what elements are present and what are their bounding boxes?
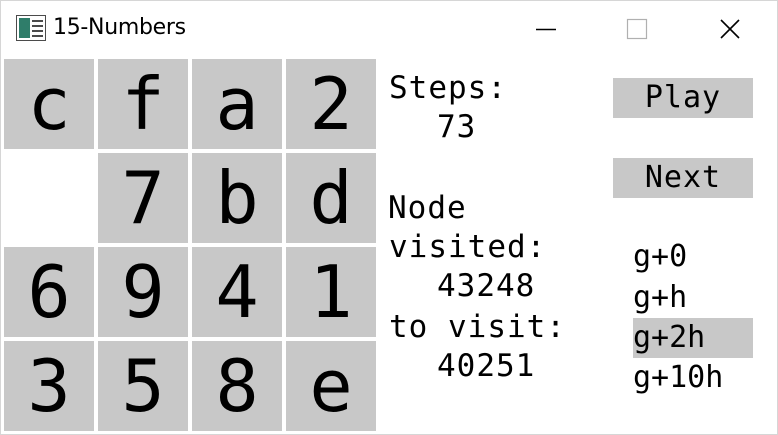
tile-empty[interactable] xyxy=(4,153,94,243)
play-button[interactable]: Play xyxy=(613,78,753,118)
tile-r3-c2[interactable]: 8 xyxy=(192,341,282,431)
visited-label: visited: xyxy=(389,229,547,265)
tile-r0-c0[interactable]: c xyxy=(4,59,94,149)
tile-r2-c3[interactable]: 1 xyxy=(286,247,376,337)
next-button[interactable]: Next xyxy=(613,158,753,198)
app-window: 15-Numbers c f a 2 7 b d 6 9 4 1 3 5 8 e… xyxy=(0,0,778,435)
minimize-icon xyxy=(536,28,556,31)
tile-r1-c2[interactable]: b xyxy=(192,153,282,243)
tile-r2-c2[interactable]: 4 xyxy=(192,247,282,337)
window-title: 15-Numbers xyxy=(53,15,186,40)
heuristic-option-g10h[interactable]: g+10h xyxy=(633,358,753,398)
close-icon xyxy=(720,19,740,39)
tile-r3-c3[interactable]: e xyxy=(286,341,376,431)
title-bar[interactable]: 15-Numbers xyxy=(1,1,777,57)
steps-label: Steps: xyxy=(389,70,507,106)
tile-r0-c3[interactable]: 2 xyxy=(286,59,376,149)
tile-r2-c1[interactable]: 9 xyxy=(98,247,188,337)
window-app-icon xyxy=(16,15,46,41)
heuristic-option-g2h[interactable]: g+2h xyxy=(633,318,753,358)
maximize-icon xyxy=(626,18,648,40)
to-visit-label: to visit: xyxy=(389,309,566,345)
tile-r0-c1[interactable]: f xyxy=(98,59,188,149)
tile-r1-c1[interactable]: 7 xyxy=(98,153,188,243)
steps-value: 73 xyxy=(437,109,477,145)
tile-r1-c3[interactable]: d xyxy=(286,153,376,243)
tile-r3-c0[interactable]: 3 xyxy=(4,341,94,431)
maximize-button[interactable] xyxy=(591,1,684,57)
tile-r2-c0[interactable]: 6 xyxy=(4,247,94,337)
node-label: Node xyxy=(388,190,467,226)
tile-r3-c1[interactable]: 5 xyxy=(98,341,188,431)
puzzle-board: c f a 2 7 b d 6 9 4 1 3 5 8 e xyxy=(4,59,378,433)
close-button[interactable] xyxy=(684,1,777,57)
heuristic-option-g0[interactable]: g+0 xyxy=(633,237,753,277)
minimize-button[interactable] xyxy=(501,1,594,57)
tile-r0-c2[interactable]: a xyxy=(192,59,282,149)
visited-value: 43248 xyxy=(437,268,536,304)
heuristic-option-gh[interactable]: g+h xyxy=(633,278,753,318)
to-visit-value: 40251 xyxy=(437,348,536,384)
